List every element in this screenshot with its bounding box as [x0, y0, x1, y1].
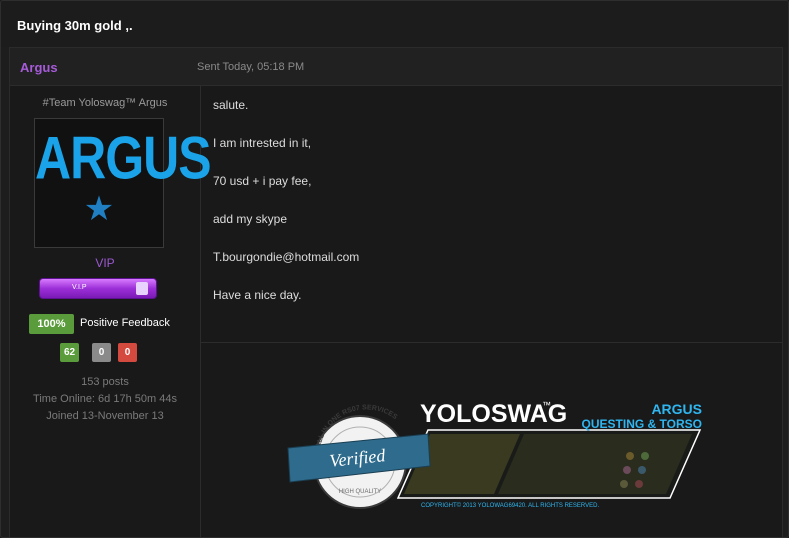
inventory-slot: [626, 452, 634, 460]
user-title: #Team Yoloswag™ Argus: [42, 97, 168, 109]
game-scene-right: [498, 434, 692, 494]
inventory-slot: [635, 480, 643, 488]
seal-bottom-text: HIGH QUALITY: [339, 489, 381, 495]
post-header: Argus Sent Today, 05:18 PM: [10, 48, 782, 86]
feedback-label[interactable]: Positive Feedback: [80, 317, 170, 329]
post-line: T.bourgondie@hotmail.com: [213, 250, 360, 264]
group-badge-label: V.I.P: [72, 284, 87, 291]
join-date: Joined 13-November 13: [46, 410, 164, 422]
brand-trademark: ™: [542, 400, 551, 410]
negative-feedback-count[interactable]: 0: [118, 343, 137, 362]
group-badge: V.I.P: [39, 278, 157, 299]
signature-copyright: COPYRIGHT© 2013 YOLOWAG69420. ALL RIGHTS…: [421, 502, 599, 509]
forum-post: Argus Sent Today, 05:18 PM #Team Yoloswa…: [9, 47, 783, 537]
author-info-column: #Team Yoloswag™ Argus ARGUS ★ VIP V.I.P …: [10, 86, 212, 537]
post-line: Have a nice day.: [213, 288, 302, 302]
post-line: I am intrested in it,: [213, 136, 312, 150]
signature-divider: [201, 342, 782, 343]
post-date: Sent Today, 05:18 PM: [197, 61, 305, 73]
inventory-slot: [641, 452, 649, 460]
signature-name: ARGUS: [651, 401, 702, 417]
topic-title-bar: Buying 30m gold ,.: [1, 1, 788, 47]
inventory-slot: [638, 466, 646, 474]
portrait-icon: [136, 282, 148, 295]
thread-title: Buying 30m gold ,.: [17, 18, 133, 33]
avatar[interactable]: ARGUS ★: [34, 118, 212, 248]
forum-topic-panel: Buying 30m gold ,. Argus Sent Today, 05:…: [0, 0, 789, 538]
avatar-text: ARGUS: [35, 124, 212, 192]
user-group-name: VIP: [95, 256, 115, 270]
signature-banner: YOLOSWAG ™ ARGUS QUESTING & TORSO COPYRI…: [287, 400, 702, 509]
post-line: salute.: [213, 98, 249, 112]
inventory-slot: [623, 466, 631, 474]
post-line: add my skype: [213, 212, 288, 226]
neutral-feedback-count[interactable]: 0: [92, 343, 111, 362]
star-icon: ★: [83, 190, 115, 228]
feedback-percent-badge[interactable]: 100%: [29, 314, 74, 334]
time-online: Time Online: 6d 17h 50m 44s: [33, 393, 177, 405]
signature-subtitle: QUESTING & TORSO: [582, 417, 702, 431]
post-count: 153 posts: [81, 376, 129, 388]
author-name-link[interactable]: Argus: [20, 60, 58, 75]
positive-feedback-count[interactable]: 62: [60, 343, 79, 362]
post-line: 70 usd + i pay fee,: [213, 174, 312, 188]
inventory-slot: [620, 480, 628, 488]
